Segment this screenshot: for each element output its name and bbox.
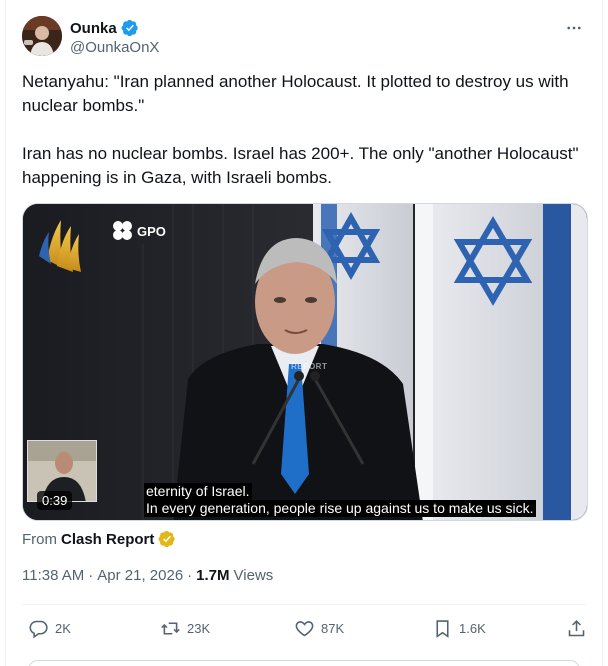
heart-icon [295, 620, 314, 636]
meta-separator-2: · [187, 567, 193, 584]
from-source: From Clash Report [22, 530, 176, 548]
share-button[interactable] [566, 612, 587, 644]
views-label: Views [233, 567, 274, 584]
bookmark-count: 1.6K [459, 620, 486, 636]
gpo-logo-icon [113, 221, 132, 240]
like-count: 87K [321, 620, 345, 636]
bookmark-icon [436, 619, 449, 638]
reply-count: 2K [55, 620, 71, 636]
bookmark-button[interactable]: 1.6K [432, 612, 486, 644]
verified-badge-icon[interactable] [121, 19, 139, 37]
video-watermark: REPORT [291, 362, 328, 371]
author-handle[interactable]: @OunkaOnX [70, 39, 159, 56]
display-name[interactable]: Ounka [70, 20, 117, 37]
more-dots-icon [567, 26, 581, 30]
subtitle-line-1: eternity of Israel. [144, 483, 252, 500]
action-bar: 2K 23K 87K 1.6K [22, 612, 586, 644]
more-horizontal-icon[interactable] [562, 16, 586, 40]
gold-verified-badge-icon [158, 530, 176, 548]
tweet-date[interactable]: Apr 21, 2026 [97, 567, 183, 584]
tweet-meta: 11:38 AM · Apr 21, 2026 · 1.7M Views [22, 567, 273, 584]
gpo-logo-text: GPO [137, 223, 166, 239]
like-button[interactable]: 87K [294, 612, 344, 644]
video-player[interactable]: GPO REPORT 0:39 eternity of Israel. In e… [22, 203, 588, 521]
repost-button[interactable]: 23K [160, 612, 210, 644]
share-icon [568, 619, 585, 636]
gpo-logo: GPO [111, 220, 166, 242]
from-source-name[interactable]: Clash Report [61, 531, 154, 548]
avatar[interactable] [22, 16, 62, 56]
avatar-image [22, 16, 62, 56]
display-name-row: Ounka [70, 18, 159, 38]
tweet-paragraph-1: Netanyahu: "Iran planned another Holocau… [22, 72, 574, 115]
views-count: 1.7M [196, 567, 230, 584]
repost-icon [161, 621, 180, 635]
tweet-time[interactable]: 11:38 AM [22, 567, 84, 584]
divider [22, 604, 586, 605]
tweet-header: Ounka @OunkaOnX [22, 16, 586, 60]
meta-separator: · [88, 567, 94, 584]
reply-button[interactable]: 2K [28, 612, 71, 644]
from-prefix: From [22, 530, 57, 548]
repost-count: 23K [187, 620, 211, 636]
subtitle-line-2: In every generation, people rise up agai… [144, 500, 536, 517]
author-names: Ounka @OunkaOnX [70, 18, 159, 57]
tweet-card: Ounka @OunkaOnX Netanyahu: "Iran planned… [5, 0, 603, 666]
tweet-paragraph-2: Iran has no nuclear bombs. Israel has 20… [22, 144, 584, 187]
reply-icon [29, 620, 48, 638]
reply-composer-edge [28, 660, 580, 666]
video-duration: 0:39 [37, 491, 73, 510]
tweet-text: Netanyahu: "Iran planned another Holocau… [22, 70, 582, 190]
